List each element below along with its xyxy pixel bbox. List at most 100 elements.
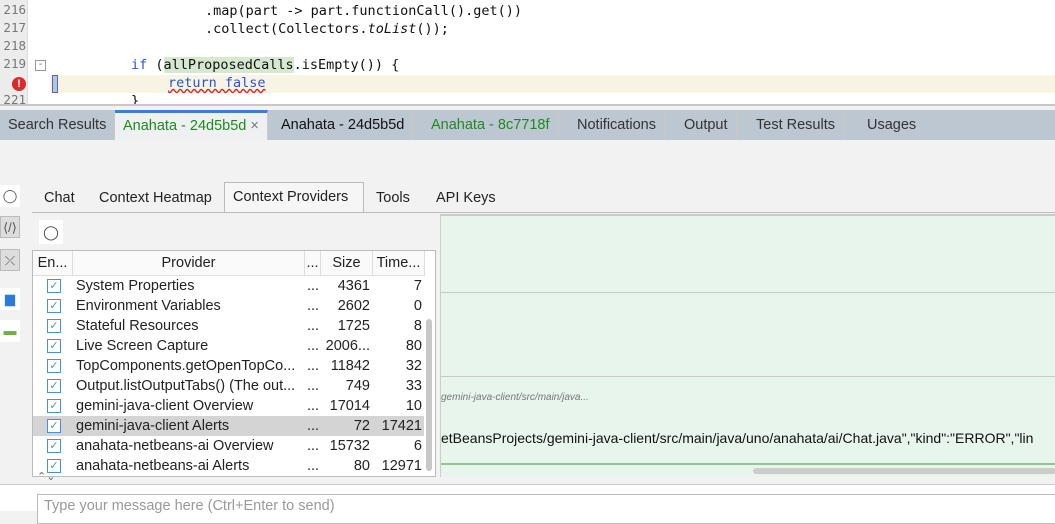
table-row[interactable]: ✓ Stateful Resources ... 1725 8 — [33, 316, 424, 336]
save-icon[interactable]: ▆ — [0, 288, 20, 310]
folder-icon[interactable]: ▬ — [0, 320, 20, 342]
enabled-checkbox[interactable]: ✓ — [47, 299, 61, 313]
line-number: 217 — [3, 20, 26, 35]
tab-chat[interactable]: Chat — [36, 184, 83, 213]
column-header-provider[interactable]: Provider — [73, 251, 305, 276]
collapse-icon[interactable]: ⤫ — [0, 249, 20, 271]
enabled-checkbox[interactable]: ✓ — [47, 379, 61, 393]
enabled-checkbox[interactable]: ✓ — [47, 419, 61, 433]
code-line: .map(part -> part.functionCall().get()) — [205, 3, 522, 19]
code-line-error: return false — [168, 75, 266, 91]
more-cell: ... — [307, 438, 320, 454]
tab-search-results[interactable]: Search Results — [0, 110, 116, 140]
path-hint: gemini-java-client/src/main/java... — [441, 392, 589, 403]
provider-name: Stateful Resources — [76, 318, 199, 334]
code-editor[interactable]: 216 217 218 219 ! 221 - .map(part -> par… — [0, 0, 1055, 106]
tab-test-results[interactable]: Test Results — [748, 110, 844, 140]
provider-name: Output.listOutputTabs() (The out... — [76, 378, 296, 394]
size-cell: 2006... — [325, 338, 370, 354]
time-cell: 6 — [413, 438, 422, 454]
output-tab-bar: Search Results Anahata - 24d5b5d × Anaha… — [0, 110, 1055, 140]
provider-name: anahata-netbeans-ai Overview — [76, 438, 274, 454]
more-cell: ... — [307, 458, 320, 474]
provider-name: System Properties — [76, 278, 195, 294]
column-header-more[interactable]: ... — [305, 251, 321, 276]
tab-context-heatmap[interactable]: Context Heatmap — [91, 184, 220, 213]
tab-divider — [32, 212, 1055, 213]
enabled-checkbox[interactable]: ✓ — [47, 339, 61, 353]
tab-api-keys[interactable]: API Keys — [428, 184, 504, 213]
tab-usages[interactable]: Usages — [859, 110, 924, 140]
time-cell: 7 — [413, 278, 422, 294]
size-cell: 11842 — [330, 358, 370, 374]
size-cell: 749 — [345, 378, 370, 394]
divider — [441, 376, 1055, 377]
more-cell: ... — [307, 338, 320, 354]
providers-table: En... Provider ... Size Time... ✓ System… — [32, 250, 436, 477]
column-header-size[interactable]: Size — [321, 251, 373, 276]
enabled-checkbox[interactable]: ✓ — [47, 439, 61, 453]
divider — [441, 292, 1055, 293]
more-cell: ... — [307, 418, 320, 434]
time-cell: 10 — [405, 398, 422, 414]
tab-anahata-active[interactable]: Anahata - 24d5b5d × — [115, 110, 268, 140]
table-row[interactable]: ✓ TopComponents.getOpenTopCo... ... 1184… — [33, 356, 424, 376]
time-cell: 12971 — [381, 458, 422, 474]
time-cell: 80 — [405, 338, 422, 354]
provider-name: anahata-netbeans-ai Alerts — [76, 458, 250, 474]
more-cell: ... — [307, 398, 320, 414]
enabled-checkbox[interactable]: ✓ — [47, 399, 61, 413]
message-input[interactable]: Type your message here (Ctrl+Enter to se… — [37, 494, 1055, 524]
size-cell: 72 — [353, 418, 370, 434]
code-line: if (allProposedCalls.isEmpty()) { — [131, 57, 400, 73]
more-cell: ... — [307, 358, 320, 374]
table-row[interactable]: ✓ Environment Variables ... 2602 0 — [33, 296, 424, 316]
table-row[interactable]: ✓ anahata-netbeans-ai Overview ... 15732… — [33, 436, 424, 456]
code-line: .collect(Collectors.toList()); — [205, 21, 449, 37]
line-number: 219 — [3, 56, 26, 71]
code-line: } — [131, 93, 140, 106]
context-detail-panel: gemini-java-client/src/main/java... etBe… — [440, 214, 1055, 477]
refresh-providers-button[interactable]: ◯ — [39, 220, 63, 244]
enabled-checkbox[interactable]: ✓ — [47, 359, 61, 373]
column-header-time[interactable]: Time... — [373, 251, 425, 276]
provider-name: TopComponents.getOpenTopCo... — [76, 358, 296, 374]
tab-context-providers[interactable]: Context Providers — [224, 182, 364, 213]
tab-notifications[interactable]: Notifications — [569, 110, 665, 140]
table-row[interactable]: ✓ gemini-java-client Alerts ... 72 17421 — [33, 416, 424, 436]
size-cell: 80 — [353, 458, 370, 474]
fold-collapse-icon[interactable]: - — [35, 60, 46, 71]
detail-content: etBeansProjects/gemini-java-client/src/m… — [441, 430, 1034, 446]
enabled-checkbox[interactable]: ✓ — [47, 279, 61, 293]
code-icon[interactable]: ⟨/⟩ — [0, 216, 20, 238]
line-number: 221 — [3, 92, 26, 106]
line-number: 218 — [3, 38, 26, 53]
change-marker — [52, 75, 58, 93]
column-header-enabled[interactable]: En... — [33, 251, 73, 276]
close-icon[interactable]: × — [250, 118, 258, 134]
tab-anahata[interactable]: Anahata - 24d5b5d — [273, 110, 414, 140]
vertical-scrollbar[interactable] — [426, 319, 432, 471]
size-cell: 15732 — [329, 438, 370, 454]
table-row[interactable]: ✓ Live Screen Capture ... 2006... 80 — [33, 336, 424, 356]
more-cell: ... — [307, 378, 320, 394]
horizontal-scrollbar[interactable] — [753, 468, 1055, 474]
expand-collapse-icons[interactable]: ⌃⌄ — [37, 470, 55, 483]
more-cell: ... — [307, 298, 320, 314]
line-number: 216 — [3, 2, 26, 17]
error-icon[interactable]: ! — [12, 77, 26, 91]
provider-name: Live Screen Capture — [76, 338, 209, 354]
provider-name: gemini-java-client Overview — [76, 398, 254, 414]
enabled-checkbox[interactable]: ✓ — [47, 319, 61, 333]
tab-anahata-2[interactable]: Anahata - 8c7718f — [423, 110, 559, 140]
divider — [441, 463, 1055, 465]
table-row[interactable]: ✓ anahata-netbeans-ai Alerts ... 80 1297… — [33, 456, 424, 476]
time-cell: 33 — [405, 378, 422, 394]
time-cell: 8 — [413, 318, 422, 334]
tab-output[interactable]: Output — [676, 110, 737, 140]
tab-tools[interactable]: Tools — [368, 184, 418, 213]
table-row[interactable]: ✓ Output.listOutputTabs() (The out... ..… — [33, 376, 424, 396]
table-row[interactable]: ✓ System Properties ... 4361 7 — [33, 276, 424, 296]
refresh-icon[interactable]: ◯ — [0, 185, 20, 207]
table-row[interactable]: ✓ gemini-java-client Overview ... 17014 … — [33, 396, 424, 416]
